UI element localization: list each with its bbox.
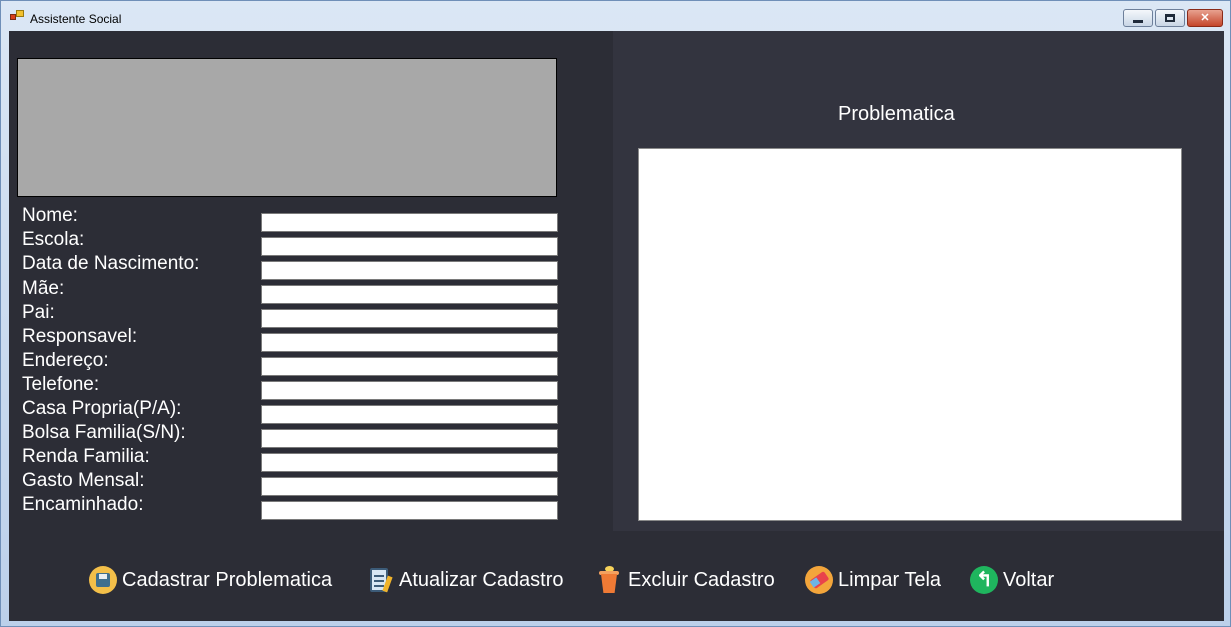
encaminhado-field[interactable] [261,501,558,520]
excluir-cadastro-button[interactable]: Excluir Cadastro [595,565,775,595]
label-encaminhado: Encaminhado: [22,494,144,515]
pai-field[interactable] [261,309,558,328]
client-area: Nome: Escola: Data de Nascimento: Mãe: P… [9,31,1224,621]
mae-field[interactable] [261,285,558,304]
label-casa-propria: Casa Propria(P/A): [22,398,182,419]
voltar-button[interactable]: ↰ Voltar [970,565,1054,595]
app-window: Assistente Social ✕ Nome: Escola: Data d… [0,0,1231,627]
label-responsavel: Responsavel: [22,326,138,347]
label-renda-familia: Renda Familia: [22,446,150,467]
eraser-icon [805,566,833,594]
gasto-mensal-field[interactable] [261,477,558,496]
label-escola: Escola: [22,229,85,250]
label-mae: Mãe: [22,278,65,299]
floppy-disk-icon [89,566,117,594]
label-endereco: Endereço: [22,350,109,371]
casa-propria-field[interactable] [261,405,558,424]
back-arrow-icon: ↰ [970,566,998,594]
label-gasto-mensal: Gasto Mensal: [22,470,145,491]
telefone-field[interactable] [261,381,558,400]
minimize-button[interactable] [1123,9,1153,27]
cadastrar-problematica-button[interactable]: Cadastrar Problematica [89,565,332,595]
limpar-tela-button[interactable]: Limpar Tela [805,565,941,595]
limpar-label: Limpar Tela [838,568,942,591]
atualizar-label: Atualizar Cadastro [399,568,564,591]
window-title: Assistente Social [30,12,122,26]
maximize-icon [1165,14,1175,22]
close-button[interactable]: ✕ [1187,9,1223,27]
voltar-label: Voltar [1003,568,1055,591]
responsavel-field[interactable] [261,333,558,352]
nome-field[interactable] [261,213,558,232]
trash-bin-icon [595,566,623,594]
excluir-label: Excluir Cadastro [628,568,775,591]
label-pai: Pai: [22,302,55,323]
app-icon [10,10,24,22]
label-data-nascimento: Data de Nascimento: [22,253,200,274]
clipboard-pencil-icon [366,566,394,594]
endereco-field[interactable] [261,357,558,376]
renda-familia-field[interactable] [261,453,558,472]
data-nascimento-field[interactable] [261,261,558,280]
title-bar[interactable]: Assistente Social ✕ [1,1,1230,31]
problematica-title: Problematica [838,103,955,125]
label-nome: Nome: [22,205,78,226]
photo-box [17,58,557,197]
minimize-icon [1133,19,1143,23]
close-icon: ✕ [1200,12,1210,24]
escola-field[interactable] [261,237,558,256]
problematica-textarea[interactable] [638,148,1182,521]
cadastrar-label: Cadastrar Problematica [122,568,333,591]
bolsa-familia-field[interactable] [261,429,558,448]
maximize-button[interactable] [1155,9,1185,27]
label-bolsa-familia: Bolsa Familia(S/N): [22,422,186,443]
atualizar-cadastro-button[interactable]: Atualizar Cadastro [366,565,564,595]
label-telefone: Telefone: [22,374,100,395]
